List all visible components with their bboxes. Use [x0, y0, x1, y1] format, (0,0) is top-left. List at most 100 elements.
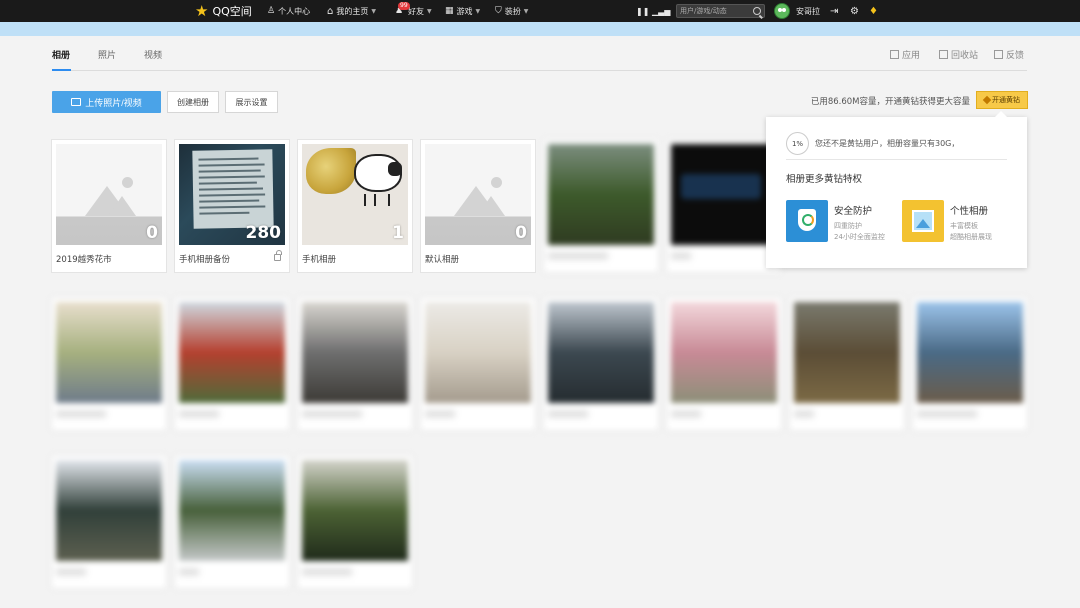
nav-personal-center[interactable]: ♙ 个人中心 — [267, 0, 310, 22]
gear-icon[interactable]: ⚙ — [850, 0, 859, 22]
username-link[interactable]: 安哥拉 — [796, 0, 820, 22]
equalizer-icon[interactable]: ▁▃▅ — [652, 0, 670, 22]
album-cover: 0 — [56, 144, 162, 245]
placeholder-mountain — [108, 196, 136, 216]
home-icon: ⌂ — [327, 5, 334, 17]
album-cover — [794, 302, 900, 403]
user-icon: ♙ — [267, 6, 276, 16]
tab-videos[interactable]: 视频 — [144, 48, 162, 61]
custom-album-icon[interactable] — [902, 200, 944, 242]
lock-icon — [274, 250, 282, 261]
album-card-blurred[interactable] — [913, 298, 1027, 430]
feature-title[interactable]: 个性相册 — [950, 203, 988, 217]
apps-link[interactable]: 应用 — [890, 48, 920, 61]
album-title-blurred — [794, 411, 814, 417]
album-card-blurred[interactable] — [544, 298, 658, 430]
album-card-blurred[interactable] — [544, 140, 658, 272]
search-placeholder: 用户/游戏/动态 — [680, 7, 727, 15]
upload-button[interactable]: 上传照片/视频 — [52, 91, 161, 113]
book-page — [192, 149, 274, 229]
album-card-blurred[interactable] — [52, 456, 166, 588]
link-label: 回收站 — [951, 51, 979, 61]
security-shield-icon[interactable] — [786, 200, 828, 242]
nav-dressup[interactable]: ⛉ 装扮 ▼ — [495, 0, 528, 22]
album-card-blurred[interactable] — [175, 298, 289, 430]
photo-count: 280 — [245, 223, 282, 243]
grid-icon: ▦ — [445, 6, 454, 16]
feedback-link[interactable]: 反馈 — [994, 48, 1024, 61]
tab-photos[interactable]: 照片 — [98, 48, 116, 61]
chevron-down-icon: ▼ — [371, 7, 376, 15]
qzone-logo[interactable]: ★ QQ空间 — [195, 0, 252, 22]
privileges-heading: 相册更多黄钻特权 — [786, 174, 863, 185]
album-card-blurred[interactable] — [298, 298, 412, 430]
album-card-blurred[interactable] — [667, 140, 781, 272]
star-icon: ★ — [195, 2, 209, 20]
album-title-blurred — [179, 411, 219, 417]
album-title-blurred — [179, 569, 199, 575]
active-tab-underline — [52, 69, 71, 71]
album-cover — [671, 144, 777, 245]
divider — [786, 159, 1007, 160]
sheep-leg — [388, 194, 390, 206]
album-cover — [671, 302, 777, 403]
sheep-leg — [364, 194, 366, 206]
display-settings-button[interactable]: 展示设置 — [225, 91, 278, 113]
nav-friends[interactable]: ♟ 99 好友 ▼ — [395, 0, 432, 22]
album-card-blurred[interactable] — [790, 298, 904, 430]
friends-icon: ♟ 99 — [395, 2, 410, 16]
album-cover — [302, 302, 408, 403]
album-card-blurred[interactable] — [421, 298, 535, 430]
album-title-blurred — [56, 569, 86, 575]
album-cover — [179, 302, 285, 403]
diamond-icon[interactable]: ♦ — [869, 0, 878, 22]
album-cover — [179, 460, 285, 561]
album-card-blurred[interactable] — [52, 298, 166, 430]
album-cover — [425, 302, 531, 403]
album-card[interactable]: 1 手机相册 — [298, 140, 412, 272]
album-title-blurred — [548, 411, 588, 417]
shirt-icon: ⛉ — [495, 6, 502, 16]
leaf-art — [306, 148, 356, 194]
feature-title[interactable]: 安全防护 — [834, 203, 872, 217]
album-title-blurred — [302, 411, 362, 417]
search-input[interactable]: 用户/游戏/动态 — [676, 4, 765, 18]
username-text: 安哥拉 — [796, 6, 820, 16]
album-title: 手机相册 — [302, 255, 337, 265]
album-card[interactable]: 0 默认相册 — [421, 140, 535, 272]
nav-label: 好友 — [408, 6, 424, 16]
sheep-head — [388, 162, 402, 176]
album-card-blurred[interactable] — [667, 298, 781, 430]
album-card-blurred[interactable] — [175, 456, 289, 588]
album-tabs: 相册 照片 视频 应用 回收站 反馈 — [52, 44, 1027, 71]
sheep-leg — [374, 194, 376, 206]
album-card[interactable]: 280 手机相册备份 — [175, 140, 289, 272]
chevron-down-icon: ▼ — [523, 7, 529, 15]
album-card[interactable]: 0 2019越秀花市 — [52, 140, 166, 272]
chevron-down-icon: ▼ — [427, 7, 432, 15]
recycle-bin-link[interactable]: 回收站 — [939, 48, 978, 61]
nav-label: 个人中心 — [278, 6, 311, 16]
storage-info: 已用86.60M容量，开通黄钻获得更大容量 — [810, 97, 970, 107]
usage-percent-circle: 1% — [786, 132, 809, 155]
album-title-blurred — [671, 411, 701, 417]
photo-count: 1 — [392, 223, 404, 243]
create-album-button[interactable]: 创建相册 — [167, 91, 219, 113]
capacity-note: 您还不是黄钻用户，相册容量只有30G， — [815, 139, 960, 148]
top-nav-bar: ★ QQ空间 ♙ 个人中心 ⌂ 我的主页 ▼ ♟ 99 好友 ▼ ▦ 游戏 ▼ … — [0, 0, 1080, 22]
placeholder-mountain — [477, 196, 505, 216]
logout-icon[interactable]: ⇥ — [830, 0, 838, 22]
tab-albums[interactable]: 相册 — [52, 48, 70, 61]
open-vip-button[interactable]: 开通黄钻 — [976, 91, 1028, 109]
album-card-blurred[interactable] — [298, 456, 412, 588]
nav-my-home[interactable]: ⌂ 我的主页 ▼ — [327, 0, 376, 22]
edit-icon — [994, 50, 1003, 59]
placeholder-sun — [122, 177, 133, 188]
pause-icon[interactable]: ❚❚ — [636, 0, 649, 22]
album-title-blurred — [548, 253, 608, 259]
avatar[interactable] — [774, 3, 790, 19]
search-icon[interactable] — [753, 7, 761, 15]
placeholder-sun — [491, 177, 502, 188]
nav-games[interactable]: ▦ 游戏 ▼ — [445, 0, 480, 22]
album-cover — [56, 460, 162, 561]
